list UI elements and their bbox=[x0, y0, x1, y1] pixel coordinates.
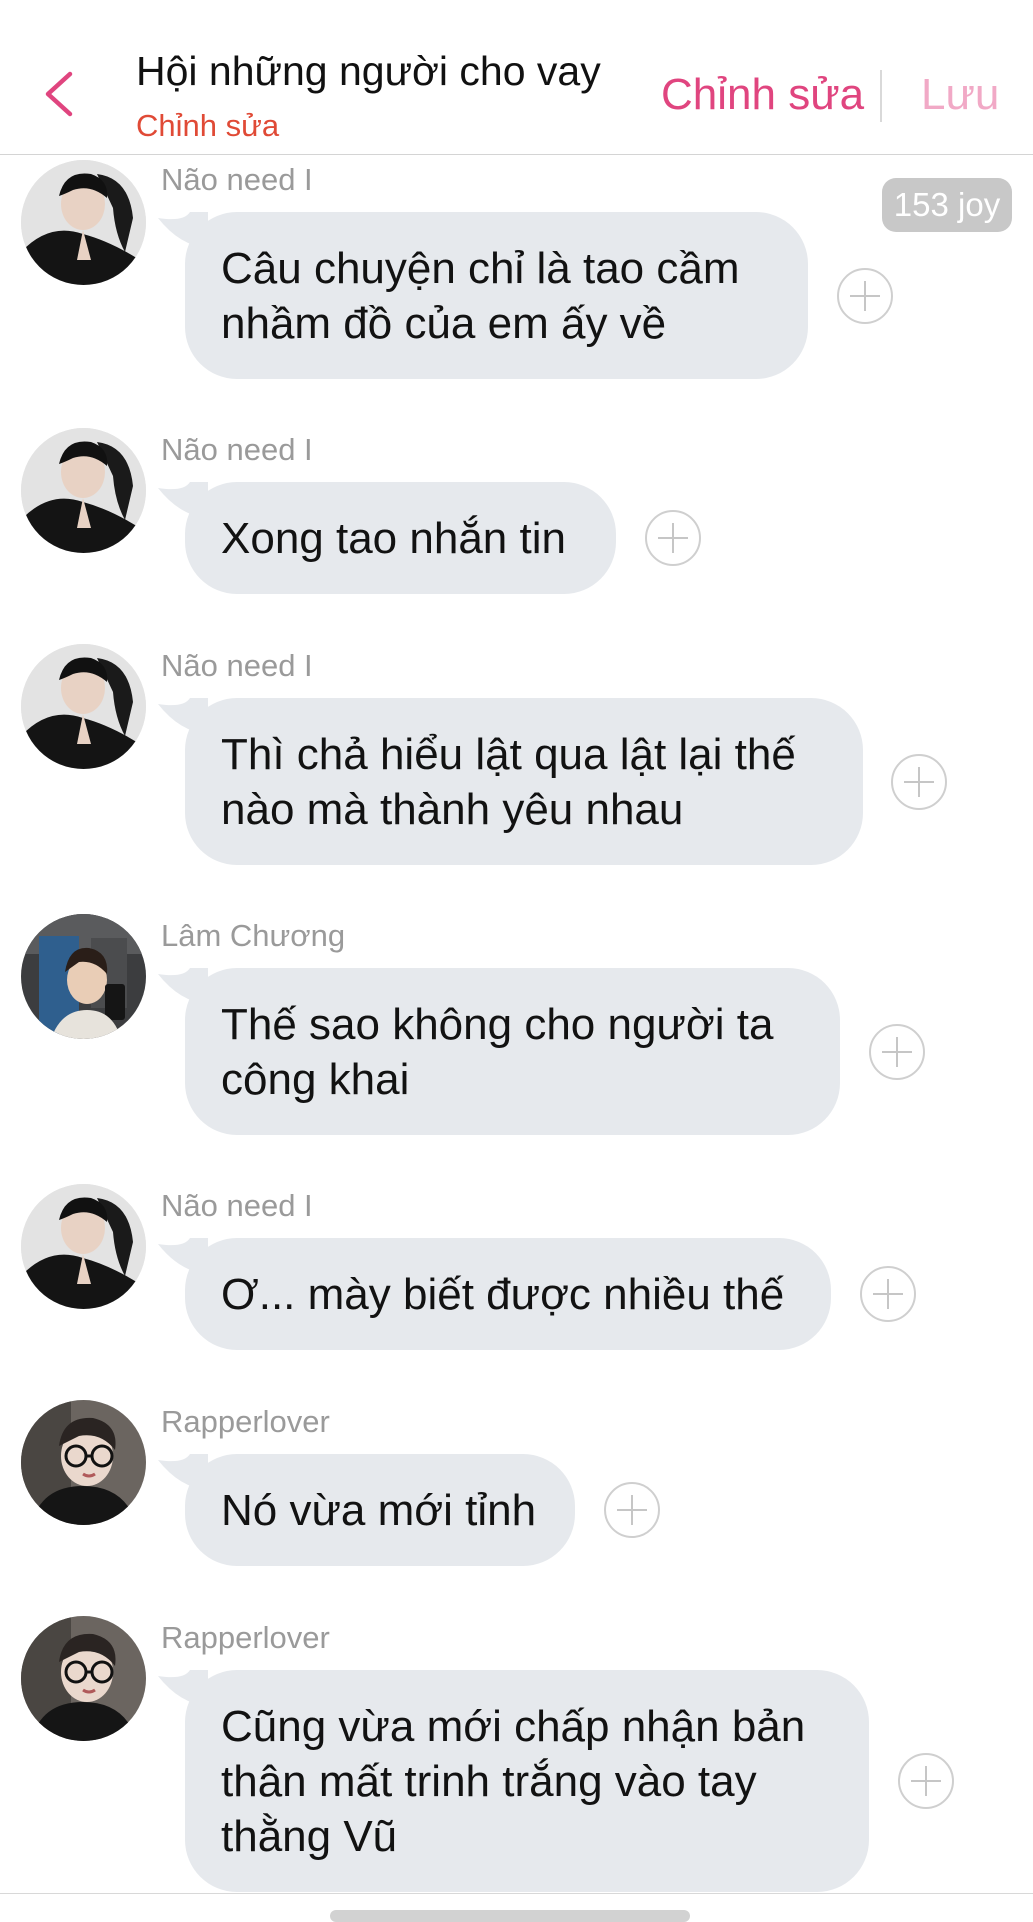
avatar[interactable] bbox=[21, 428, 146, 553]
message-bubble[interactable]: Cũng vừa mới chấp nhận bản thân mất trin… bbox=[185, 1670, 869, 1892]
message-text: Ơ... mày biết được nhiều thế bbox=[221, 1269, 785, 1319]
home-indicator bbox=[330, 1910, 690, 1922]
sender-name: Rapperlover bbox=[161, 1620, 330, 1655]
message-bubble[interactable]: Xong tao nhắn tin bbox=[185, 482, 616, 594]
dark-portrait-avatar bbox=[21, 644, 146, 769]
add-reaction-icon[interactable] bbox=[898, 1753, 954, 1809]
joy-badge: 153 joy bbox=[882, 178, 1012, 232]
avatar[interactable] bbox=[21, 1400, 146, 1525]
avatar[interactable] bbox=[21, 914, 146, 1039]
message-text: Thì chả hiểu lật qua lật lại thế nào mà … bbox=[221, 729, 796, 834]
avatar[interactable] bbox=[21, 1616, 146, 1741]
message-bubble[interactable]: Thế sao không cho người ta công khai bbox=[185, 968, 840, 1135]
chevron-left-icon[interactable] bbox=[40, 70, 80, 118]
add-reaction-icon[interactable] bbox=[860, 1266, 916, 1322]
message-text: Câu chuyện chỉ là tao cầm nhầm đồ của em… bbox=[221, 243, 740, 348]
message-bubble[interactable]: Nó vừa mới tỉnh bbox=[185, 1454, 575, 1566]
message-bubble[interactable]: Ơ... mày biết được nhiều thế bbox=[185, 1238, 831, 1350]
edit-button[interactable]: Chỉnh sửa bbox=[661, 70, 864, 120]
selfie-avatar bbox=[21, 914, 146, 1039]
header-divider bbox=[880, 70, 882, 122]
glasses-avatar bbox=[21, 1616, 146, 1741]
glasses-avatar bbox=[21, 1400, 146, 1525]
chat-header: Hội những người cho vay Chỉnh sửa Chỉnh … bbox=[0, 0, 1033, 155]
save-button[interactable]: Lưu bbox=[921, 70, 999, 120]
bottom-divider bbox=[0, 1893, 1033, 1894]
message-text: Thế sao không cho người ta công khai bbox=[221, 999, 774, 1104]
message-text: Nó vừa mới tỉnh bbox=[221, 1485, 537, 1535]
avatar[interactable] bbox=[21, 160, 146, 285]
dark-portrait-avatar bbox=[21, 428, 146, 553]
add-reaction-icon[interactable] bbox=[645, 510, 701, 566]
add-reaction-icon[interactable] bbox=[837, 268, 893, 324]
avatar[interactable] bbox=[21, 1184, 146, 1309]
avatar[interactable] bbox=[21, 644, 146, 769]
sender-name: Não need I bbox=[161, 648, 313, 683]
chat-subtitle[interactable]: Chỉnh sửa bbox=[136, 108, 279, 144]
dark-portrait-avatar bbox=[21, 1184, 146, 1309]
message-bubble[interactable]: Thì chả hiểu lật qua lật lại thế nào mà … bbox=[185, 698, 863, 865]
sender-name: Não need I bbox=[161, 162, 313, 197]
chat-title: Hội những người cho vay bbox=[136, 48, 601, 94]
message-text: Xong tao nhắn tin bbox=[221, 513, 566, 563]
sender-name: Lâm Chương bbox=[161, 918, 346, 953]
sender-name: Rapperlover bbox=[161, 1404, 330, 1439]
add-reaction-icon[interactable] bbox=[604, 1482, 660, 1538]
message-bubble[interactable]: Câu chuyện chỉ là tao cầm nhầm đồ của em… bbox=[185, 212, 808, 379]
add-reaction-icon[interactable] bbox=[891, 754, 947, 810]
sender-name: Não need I bbox=[161, 1188, 313, 1223]
add-reaction-icon[interactable] bbox=[869, 1024, 925, 1080]
sender-name: Não need I bbox=[161, 432, 313, 467]
dark-portrait-avatar bbox=[21, 160, 146, 285]
message-text: Cũng vừa mới chấp nhận bản thân mất trin… bbox=[221, 1701, 806, 1861]
